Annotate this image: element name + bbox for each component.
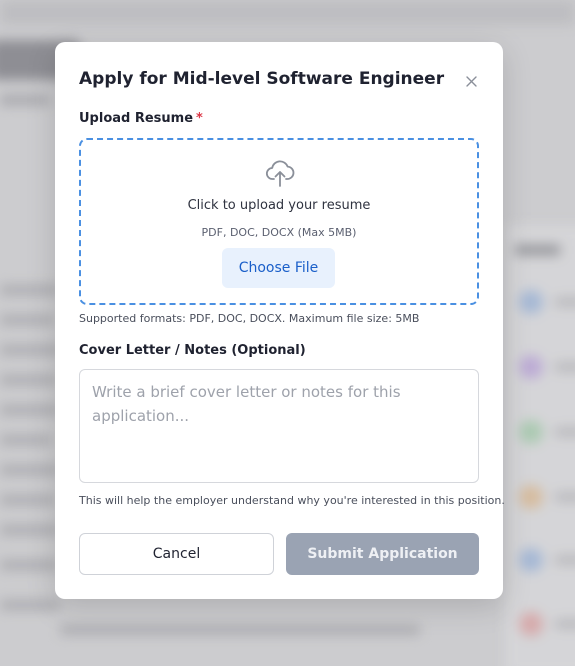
submit-application-button[interactable]: Submit Application — [286, 533, 479, 575]
apply-modal: Apply for Mid-level Software Engineer Up… — [55, 42, 505, 599]
upload-formats-text: PDF, DOC, DOCX (Max 5MB) — [201, 226, 357, 239]
close-icon — [465, 75, 477, 87]
supported-formats-note: Supported formats: PDF, DOC, DOCX. Maxim… — [79, 312, 420, 325]
cancel-button[interactable]: Cancel — [79, 533, 274, 575]
close-button[interactable] — [459, 69, 483, 93]
cover-letter-hint: This will help the employer understand w… — [79, 494, 505, 507]
upload-resume-label-text: Upload Resume — [79, 111, 194, 126]
modal-title: Apply for Mid-level Software Engineer — [79, 69, 445, 89]
resume-dropzone[interactable]: Click to upload your resume PDF, DOC, DO… — [79, 138, 479, 305]
cover-letter-label: Cover Letter / Notes (Optional) — [79, 343, 306, 358]
upload-resume-label: Upload Resume * — [79, 111, 203, 126]
cloud-upload-icon — [266, 160, 295, 187]
required-marker: * — [196, 111, 203, 126]
choose-file-button[interactable]: Choose File — [222, 248, 335, 288]
cover-letter-input[interactable] — [79, 369, 479, 483]
upload-prompt-text: Click to upload your resume — [187, 198, 371, 213]
